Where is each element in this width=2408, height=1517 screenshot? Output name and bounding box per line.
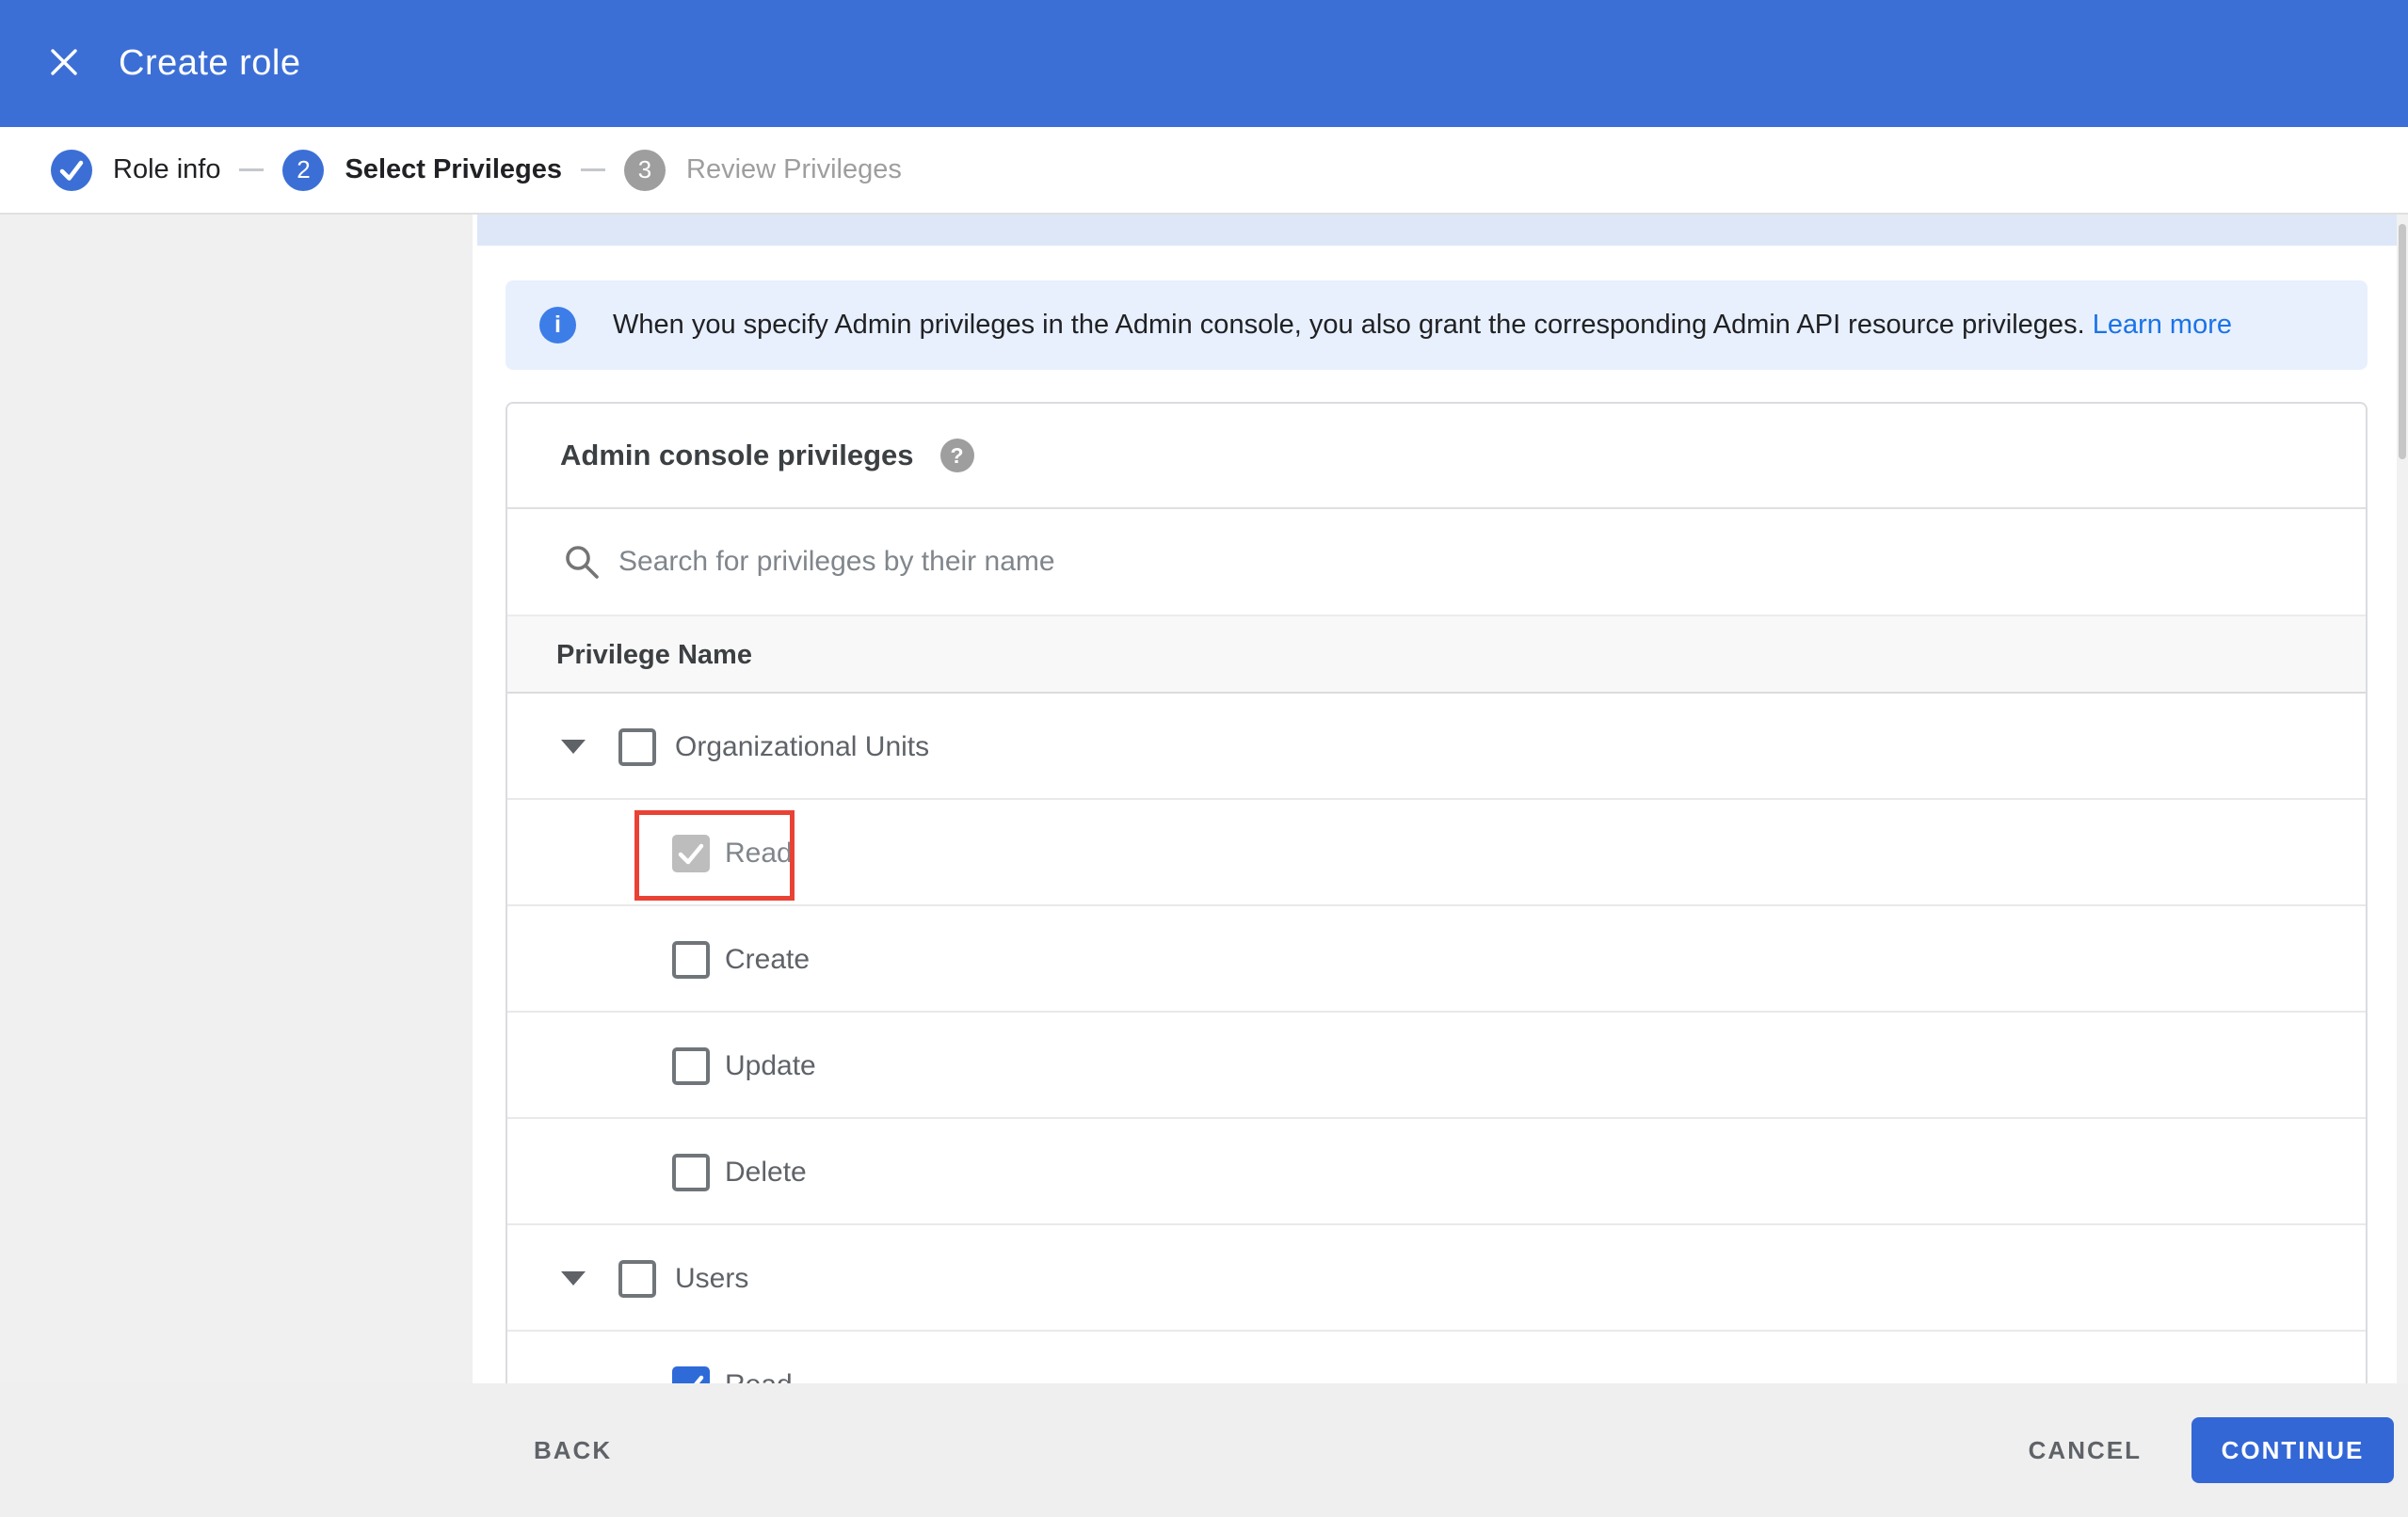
privilege-row-delete: Delete [507,1119,2366,1225]
scrolled-row-remnant [477,215,2397,246]
stepper-step-select-privileges[interactable]: 2 Select Privileges [282,149,562,191]
privilege-label: Create [725,944,811,975]
checkbox-users[interactable] [618,1260,656,1298]
scrollbar[interactable] [2397,215,2408,1517]
back-button[interactable]: BACK [534,1436,612,1465]
privilege-row-organizational-units: Organizational Units [507,694,2366,800]
cancel-button[interactable]: CANCEL [2029,1436,2142,1465]
stepper-connector [581,168,605,171]
stepper-connector [239,168,265,171]
scrollbar-thumb[interactable] [2399,224,2406,459]
privilege-row-users: Users [507,1225,2366,1332]
privilege-row-create: Create [507,906,2366,1013]
stepper-step-review-privileges[interactable]: 3 Review Privileges [624,149,902,191]
checkbox-update[interactable] [672,1047,710,1085]
checkbox-organizational-units[interactable] [618,728,656,766]
step-number-badge: 2 [282,149,325,191]
step-number-badge: 3 [624,149,666,191]
step-label: Review Privileges [686,154,902,184]
banner-message: When you specify Admin privileges in the… [613,310,2085,340]
privilege-label: Delete [725,1157,807,1188]
collapse-caret-icon[interactable] [561,740,586,754]
table-header-row: Privilege Name [507,615,2366,694]
page-title: Create role [119,43,301,83]
checkbox-read[interactable] [672,835,710,872]
close-button[interactable] [43,43,85,85]
step-complete-check-icon [51,149,92,191]
privilege-label: Update [725,1050,816,1081]
stepper-step-role-info[interactable]: Role info [51,149,221,191]
step-label: Select Privileges [345,154,562,184]
table-header-label: Privilege Name [556,640,752,670]
privilege-label: Read [725,838,793,869]
privilege-label: Organizational Units [675,731,930,762]
card-title: Admin console privileges [560,439,914,471]
card-header: Admin console privileges ? [507,404,2366,509]
main-panel: i When you specify Admin privileges in t… [473,215,2397,1517]
dialog-header: Create role [0,0,2408,127]
privileges-card: Admin console privileges ? Privilege Nam… [506,402,2368,1517]
learn-more-link[interactable]: Learn more [2093,310,2232,340]
privilege-row-update: Update [507,1013,2366,1119]
collapse-caret-icon[interactable] [561,1271,586,1285]
privilege-label: Users [675,1263,749,1294]
info-banner: i When you specify Admin privileges in t… [506,280,2368,370]
left-sidebar [0,215,473,1517]
privilege-search-row [507,509,2366,615]
checkbox-create[interactable] [672,941,710,979]
continue-button[interactable]: CONTINUE [2191,1417,2394,1483]
search-icon [563,543,601,585]
stepper: Role info 2 Select Privileges 3 Review P… [0,127,2408,215]
close-icon [48,46,80,81]
step-label: Role info [113,154,221,184]
info-icon: i [539,307,576,343]
checkbox-delete[interactable] [672,1154,710,1191]
content-area: i When you specify Admin privileges in t… [0,215,2408,1517]
banner-text: When you specify Admin privileges in the… [613,310,2232,341]
privilege-search-input[interactable] [618,509,2219,615]
footer-bar: BACK CANCEL CONTINUE [0,1383,2408,1517]
help-icon[interactable]: ? [939,439,974,472]
privilege-row-read: Read [507,800,2366,906]
